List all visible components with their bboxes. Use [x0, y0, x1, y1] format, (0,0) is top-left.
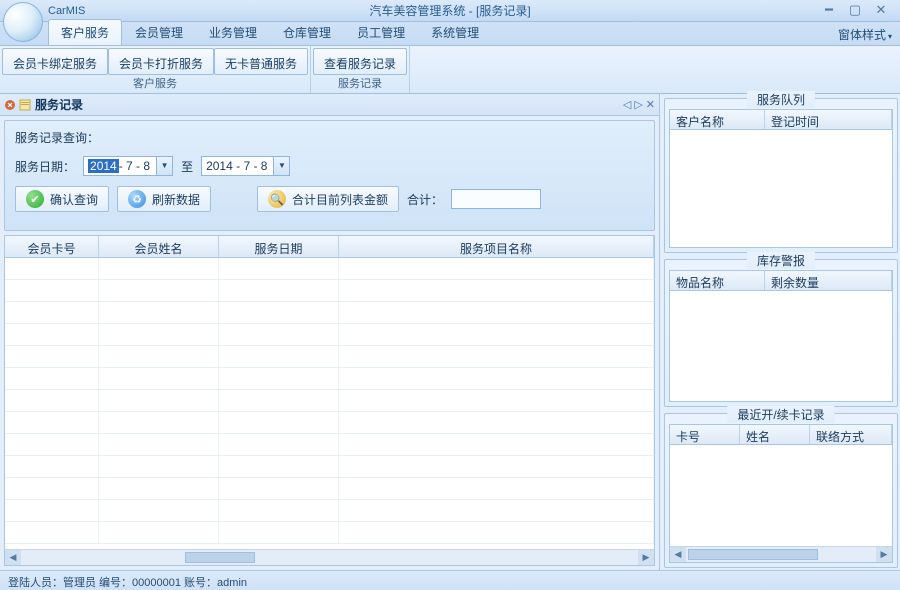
col-item-name[interactable]: 物品名称: [670, 271, 765, 290]
scroll-thumb[interactable]: [688, 549, 818, 560]
document-tab-controls: ◁ ▷ ✕: [623, 98, 655, 111]
date-from-picker[interactable]: 2014 - 7 - 8 ▼: [83, 156, 173, 176]
close-tab-icon[interactable]: [4, 99, 16, 111]
sum-column-label: 合计目前列表金额: [292, 191, 388, 208]
form-icon: [19, 99, 31, 111]
col-service-item[interactable]: 服务项目名称: [339, 236, 654, 257]
to-label: 至: [181, 158, 193, 175]
grid-header: 物品名称 剩余数量: [670, 271, 892, 291]
grid-body[interactable]: [670, 130, 892, 247]
app-name: CarMIS: [48, 5, 85, 17]
doc-tab-leading-icons: [4, 99, 31, 111]
col-card-number[interactable]: 会员卡号: [5, 236, 99, 257]
col-card-no[interactable]: 卡号: [670, 425, 740, 444]
confirm-query-button[interactable]: ✔ 确认查询: [15, 186, 109, 212]
date-label: 服务日期：: [15, 158, 75, 175]
panel-title: 库存警报: [747, 252, 815, 269]
ribbon-group-service-record: 查看服务记录 服务记录: [311, 46, 410, 93]
sum-label: 合计：: [407, 191, 443, 208]
status-bar: 登陆人员：管理员 编号：00000001 账号：admin: [0, 570, 900, 590]
grid-header: 卡号 姓名 联络方式: [670, 425, 892, 445]
ribbon-tab-system-mgmt[interactable]: 系统管理: [418, 19, 492, 45]
col-remaining-qty[interactable]: 剩余数量: [765, 271, 892, 290]
horizontal-scrollbar[interactable]: ◀ ▶: [5, 549, 654, 565]
panel-service-queue: 服务队列 客户名称 登记时间: [664, 98, 898, 253]
horizontal-scrollbar[interactable]: ◀ ▶: [670, 546, 892, 562]
panel-recent-cards: 最近开/续卡记录 卡号 姓名 联络方式 ◀ ▶: [664, 413, 898, 568]
next-tab-icon[interactable]: ▷: [634, 98, 642, 111]
stock-alert-grid: 物品名称 剩余数量: [669, 270, 893, 402]
col-register-time[interactable]: 登记时间: [765, 110, 892, 129]
panel-title: 服务队列: [747, 91, 815, 108]
filter-panel: 服务记录查询： 服务日期： 2014 - 7 - 8 ▼ 至 2014 - 7 …: [4, 120, 655, 231]
scroll-thumb[interactable]: [185, 552, 255, 563]
ribbon-tabs: 客户服务 会员管理 业务管理 仓库管理 员工管理 系统管理 窗体样式▾: [0, 22, 900, 46]
panel-title: 最近开/续卡记录: [727, 406, 834, 423]
minimize-button[interactable]: ━: [820, 4, 838, 18]
side-pane: 服务队列 客户名称 登记时间 库存警报 物品名称 剩余数量 最近开/续卡记录: [660, 94, 900, 570]
main-pane: 服务记录 ◁ ▷ ✕ 服务记录查询： 服务日期： 2014 - 7 - 8 ▼ …: [0, 94, 660, 570]
chevron-down-icon[interactable]: ▼: [273, 157, 289, 175]
col-customer-name[interactable]: 客户名称: [670, 110, 765, 129]
date-to-value: 2014 - 7 - 8: [206, 159, 267, 173]
query-label: 服务记录查询：: [15, 129, 99, 146]
col-contact[interactable]: 联络方式: [810, 425, 892, 444]
grid-body[interactable]: [670, 445, 892, 546]
chevron-down-icon: ▾: [888, 32, 892, 41]
refresh-label: 刷新数据: [152, 191, 200, 208]
date-from-rest: - 7 - 8: [119, 159, 150, 173]
app-orb[interactable]: [3, 2, 43, 42]
records-grid: 会员卡号 会员姓名 服务日期 服务项目名称 ◀: [4, 235, 655, 566]
prev-tab-icon[interactable]: ◁: [623, 98, 631, 111]
date-from-year: 2014: [88, 159, 119, 173]
scroll-right-icon[interactable]: ▶: [638, 550, 654, 565]
sum-input[interactable]: [451, 189, 541, 209]
confirm-query-label: 确认查询: [50, 191, 98, 208]
close-doc-icon[interactable]: ✕: [646, 98, 655, 111]
grid-body[interactable]: [5, 258, 654, 549]
ribbon-tab-customer-service[interactable]: 客户服务: [48, 19, 122, 45]
ribbon-tab-member-mgmt[interactable]: 会员管理: [122, 19, 196, 45]
ribbon-tab-business-mgmt[interactable]: 业务管理: [196, 19, 270, 45]
ribbon-btn-discount-service[interactable]: 会员卡打折服务: [108, 48, 214, 75]
scroll-right-icon[interactable]: ▶: [876, 547, 892, 562]
ribbon-btn-bind-service[interactable]: 会员卡绑定服务: [2, 48, 108, 75]
refresh-button[interactable]: ♻ 刷新数据: [117, 186, 211, 212]
recent-cards-grid: 卡号 姓名 联络方式 ◀ ▶: [669, 424, 893, 563]
sum-column-button[interactable]: 🔍 合计目前列表金额: [257, 186, 399, 212]
window-style-menu[interactable]: 窗体样式▾: [838, 26, 892, 43]
scroll-left-icon[interactable]: ◀: [5, 550, 21, 565]
col-service-date[interactable]: 服务日期: [219, 236, 339, 257]
grid-header: 会员卡号 会员姓名 服务日期 服务项目名称: [5, 236, 654, 258]
ribbon-panel: 会员卡绑定服务 会员卡打折服务 无卡普通服务 客户服务 查看服务记录 服务记录: [0, 46, 900, 94]
chevron-down-icon[interactable]: ▼: [156, 157, 172, 175]
window-style-label: 窗体样式: [838, 28, 886, 42]
grid-body[interactable]: [670, 291, 892, 401]
check-icon: ✔: [26, 190, 44, 208]
ribbon-btn-nocard-service[interactable]: 无卡普通服务: [214, 48, 308, 75]
document-tabbar: 服务记录 ◁ ▷ ✕: [0, 94, 659, 116]
grid-header: 客户名称 登记时间: [670, 110, 892, 130]
user-icon: ♻: [128, 190, 146, 208]
ribbon-btn-view-records[interactable]: 查看服务记录: [313, 48, 407, 75]
workspace: 服务记录 ◁ ▷ ✕ 服务记录查询： 服务日期： 2014 - 7 - 8 ▼ …: [0, 94, 900, 570]
ribbon-group-customer-service: 会员卡绑定服务 会员卡打折服务 无卡普通服务 客户服务: [0, 46, 311, 93]
panel-stock-alert: 库存警报 物品名称 剩余数量: [664, 259, 898, 407]
app-title: 汽车美容管理系统 - [服务记录]: [369, 2, 530, 19]
status-text: 登陆人员：管理员 编号：00000001 账号：admin: [8, 577, 247, 589]
service-queue-grid: 客户名称 登记时间: [669, 109, 893, 248]
date-to-picker[interactable]: 2014 - 7 - 8 ▼: [201, 156, 290, 176]
ribbon-group-label: 客户服务: [2, 75, 308, 93]
scroll-left-icon[interactable]: ◀: [670, 547, 686, 562]
col-member-name[interactable]: 会员姓名: [99, 236, 219, 257]
magnifier-icon: 🔍: [268, 190, 286, 208]
maximize-button[interactable]: ▢: [846, 4, 864, 18]
ribbon-group-label: 服务记录: [313, 75, 407, 93]
ribbon-tab-staff-mgmt[interactable]: 员工管理: [344, 19, 418, 45]
col-name[interactable]: 姓名: [740, 425, 810, 444]
window-controls: ━ ▢ ✕: [820, 4, 900, 18]
ribbon-tab-warehouse-mgmt[interactable]: 仓库管理: [270, 19, 344, 45]
close-button[interactable]: ✕: [872, 4, 890, 18]
document-tab-title: 服务记录: [35, 96, 83, 113]
